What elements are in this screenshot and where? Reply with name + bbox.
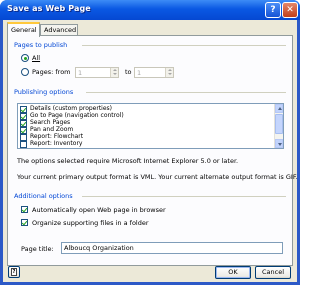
details-checkbox[interactable]: [20, 106, 27, 113]
to-page-value: 1: [137, 69, 142, 77]
dialog-title: Save as Web Page: [7, 4, 91, 13]
ie-requirement-note: The options selected require Microsoft I…: [17, 157, 239, 165]
ok-button[interactable]: OK: [215, 266, 251, 279]
additional-options-heading: Additional options: [14, 192, 73, 200]
organize-files-checkbox[interactable]: [21, 219, 28, 226]
general-panel: Pages to publish All Pages: from 1 to 1 …: [7, 35, 298, 266]
page-title-field[interactable]: [61, 242, 283, 254]
title-help-button[interactable]: ?: [265, 2, 281, 18]
publishing-options-divider: [86, 92, 286, 93]
go-to-page-checkbox[interactable]: [20, 113, 27, 120]
help-icon: ?: [11, 268, 17, 276]
scroll-down-icon[interactable]: [275, 139, 283, 148]
additional-options-divider: [82, 196, 286, 197]
all-pages-radio[interactable]: [21, 54, 29, 62]
to-label: to: [125, 68, 132, 76]
output-format-note: Your current primary output format is VM…: [17, 173, 298, 181]
tab-general[interactable]: General: [7, 22, 40, 37]
report-flowchart-checkbox[interactable]: [20, 134, 27, 141]
dialog-client: General Advanced Pages to publish All Pa…: [3, 20, 298, 282]
pages-range-label: Pages: from: [32, 68, 71, 76]
search-pages-label: Search Pages: [30, 119, 71, 126]
scroll-thumb[interactable]: [275, 114, 283, 134]
report-inventory-label: Report: Inventory: [30, 140, 83, 147]
to-page-spinner[interactable]: 1: [134, 67, 174, 78]
go-to-page-label: Go to Page (navigation control): [30, 112, 124, 119]
list-scrollbar[interactable]: [274, 104, 283, 148]
pan-zoom-checkbox[interactable]: [20, 127, 27, 134]
organize-files-label: Organize supporting files in a folder: [32, 219, 149, 227]
from-page-value: 1: [78, 69, 83, 77]
pages-to-publish-divider: [82, 45, 286, 46]
dialog-window: Save as Web Page ? ✕ General Advanced Pa…: [0, 0, 300, 285]
details-label: Details (custom properties): [30, 105, 113, 112]
report-inventory-checkbox[interactable]: [20, 141, 27, 148]
scroll-up-icon[interactable]: [275, 104, 283, 113]
from-page-spinner[interactable]: 1: [75, 67, 119, 78]
pages-range-radio[interactable]: [21, 68, 29, 76]
pan-zoom-label: Pan and Zoom: [30, 126, 74, 133]
to-page-spin-buttons[interactable]: [165, 68, 173, 77]
auto-open-checkbox[interactable]: [21, 206, 28, 213]
all-pages-label: All: [32, 54, 41, 62]
page-title-input[interactable]: [62, 243, 282, 253]
cancel-button[interactable]: Cancel: [255, 266, 291, 279]
publishing-options-list[interactable]: Details (custom properties) Go to Page (…: [17, 103, 284, 149]
publishing-options-heading: Publishing options: [14, 88, 74, 96]
from-page-spin-buttons[interactable]: [110, 68, 118, 77]
report-flowchart-label: Report: Flowchart: [30, 133, 84, 140]
pages-to-publish-heading: Pages to publish: [14, 41, 68, 49]
page-title-label: Page title:: [21, 245, 54, 253]
title-bar[interactable]: Save as Web Page ? ✕: [0, 0, 300, 20]
auto-open-label: Automatically open Web page in browser: [32, 206, 166, 214]
help-button[interactable]: ?: [8, 266, 20, 278]
search-pages-checkbox[interactable]: [20, 120, 27, 127]
close-button[interactable]: ✕: [282, 2, 298, 18]
